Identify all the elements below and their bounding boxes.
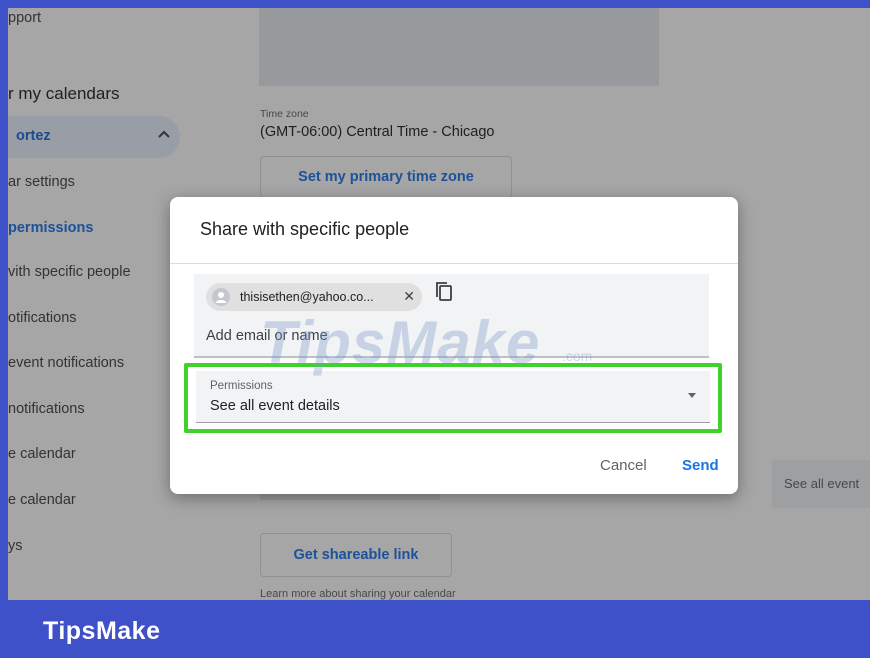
person-icon <box>212 288 230 306</box>
close-icon[interactable]: ✕ <box>403 288 415 305</box>
calendar-settings-screen: pport r my calendars ortez ar settings p… <box>8 8 870 600</box>
copy-icon[interactable] <box>434 281 454 303</box>
watermark-suffix: .com <box>562 348 593 364</box>
permissions-label: Permissions <box>210 380 273 392</box>
email-chip-text: thisisethen@yahoo.co... <box>240 290 374 304</box>
permissions-value: See all event details <box>210 398 340 414</box>
watermark-logo: TipsMake <box>260 309 541 376</box>
permissions-select[interactable]: Permissions See all event details <box>196 371 710 423</box>
dialog-divider <box>170 263 738 264</box>
send-button[interactable]: Send <box>682 457 719 474</box>
email-chip[interactable]: thisisethen@yahoo.co... ✕ <box>206 283 422 311</box>
brand-label: TipsMake <box>43 617 161 645</box>
cancel-button[interactable]: Cancel <box>600 457 647 474</box>
dialog-title: Share with specific people <box>200 219 410 239</box>
dropdown-arrow-icon <box>688 393 696 398</box>
tutorial-frame: pport r my calendars ortez ar settings p… <box>0 0 870 658</box>
